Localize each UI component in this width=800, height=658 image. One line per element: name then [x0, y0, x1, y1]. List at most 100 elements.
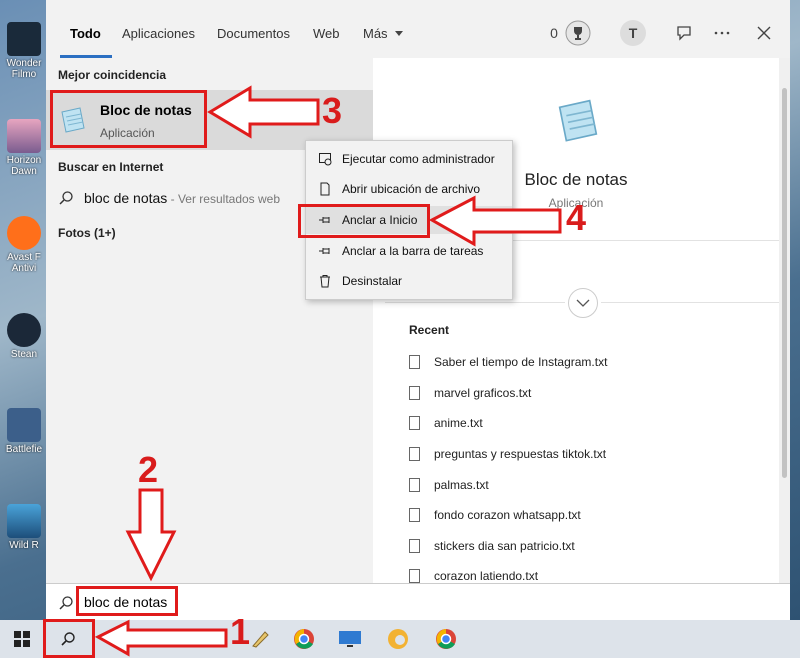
recent-file[interactable]: anime.txt — [409, 412, 483, 434]
text-file-icon — [409, 447, 420, 461]
file-location-icon — [318, 182, 332, 196]
menu-item-label: Ejecutar como administrador — [342, 152, 495, 166]
menu-item-run-as-admin[interactable]: Ejecutar como administrador — [306, 145, 512, 173]
paint-app-icon — [252, 631, 269, 648]
photos-heading[interactable]: Fotos (1+) — [58, 226, 116, 240]
task-view-button[interactable] — [96, 620, 140, 658]
recent-file[interactable]: Saber el tiempo de Instagram.txt — [409, 351, 607, 373]
store-app-icon — [202, 633, 218, 647]
notes-app-icon — [160, 631, 176, 647]
tab-aplicaciones[interactable]: Aplicaciones — [122, 26, 195, 46]
taskbar-app-chrome[interactable] — [282, 620, 326, 658]
text-file-icon — [409, 416, 420, 430]
best-match-heading: Mejor coincidencia — [58, 68, 167, 82]
tab-mas[interactable]: Más — [363, 26, 404, 46]
points-count: 0 — [550, 25, 558, 41]
monitor-app-icon — [339, 631, 361, 647]
start-button[interactable] — [0, 620, 44, 658]
recent-file[interactable]: stickers dia san patricio.txt — [409, 535, 575, 557]
shield-run-icon — [318, 152, 332, 166]
app-preview-pane: Bloc de notas Aplicación Recent Saber el… — [373, 58, 779, 583]
recent-file-name: palmas.txt — [434, 478, 489, 492]
steam-icon — [7, 313, 41, 347]
tab-web[interactable]: Web — [313, 26, 340, 46]
recent-file[interactable]: fondo corazon whatsapp.txt — [409, 504, 581, 526]
recent-file-name: marvel graficos.txt — [434, 386, 532, 400]
text-file-icon — [409, 355, 420, 369]
divider — [601, 302, 779, 303]
recent-file-name: preguntas y respuestas tiktok.txt — [434, 447, 607, 461]
annotation-box-search-button — [43, 619, 95, 658]
menu-item-open-location[interactable]: Abrir ubicación de archivo — [306, 175, 512, 203]
annotation-box-best-match — [50, 90, 207, 148]
annotation-box-pin-to-start — [298, 204, 430, 238]
desktop-icon-label: Avast F Antivi — [7, 252, 41, 274]
taskbar-app-edge[interactable] — [376, 620, 420, 658]
edge-canary-icon — [388, 629, 408, 649]
desktop-icon-wondershare[interactable]: Wonder Filmo — [2, 18, 46, 88]
task-view-icon — [109, 633, 126, 645]
menu-item-uninstall[interactable]: Desinstalar — [306, 267, 512, 295]
text-file-icon — [409, 539, 420, 553]
recent-file[interactable]: palmas.txt — [409, 474, 489, 496]
text-file-icon — [409, 478, 420, 492]
desktop-icon-horizon[interactable]: Horizon Dawn — [2, 115, 46, 185]
annotation-box-search-text — [76, 586, 178, 616]
desktop-icon-steam[interactable]: Stean — [2, 309, 46, 379]
chevron-down-icon — [576, 299, 590, 307]
desktop-icon-battlefield[interactable]: Battlefie — [2, 404, 46, 474]
battlefield-icon — [7, 408, 41, 442]
taskbar-app-store[interactable] — [188, 620, 232, 658]
web-search-heading: Buscar en Internet — [58, 160, 164, 174]
trophy-icon[interactable] — [565, 20, 591, 46]
chevron-down-icon — [395, 31, 404, 36]
feedback-icon[interactable] — [672, 20, 696, 46]
trash-icon — [318, 274, 332, 288]
chrome-icon — [436, 629, 456, 649]
recent-file[interactable]: marvel graficos.txt — [409, 382, 531, 404]
user-avatar[interactable]: T — [620, 20, 646, 46]
pin-taskbar-icon — [318, 244, 332, 258]
horizon-game-icon — [7, 119, 41, 153]
chrome-icon — [294, 629, 314, 649]
taskbar — [0, 620, 800, 658]
taskbar-app-chrome-2[interactable] — [424, 620, 468, 658]
tab-documentos[interactable]: Documentos — [217, 26, 290, 46]
taskbar-app-monitor[interactable] — [328, 620, 372, 658]
text-file-icon — [409, 569, 420, 583]
search-icon — [59, 191, 73, 205]
recent-file-name: stickers dia san patricio.txt — [434, 539, 575, 553]
menu-item-label: Anclar a la barra de tareas — [342, 244, 484, 258]
recent-file-name: Saber el tiempo de Instagram.txt — [434, 355, 608, 369]
tab-todo[interactable]: Todo — [70, 26, 101, 46]
windows-logo-icon — [14, 631, 30, 647]
scrollbar-thumb[interactable] — [782, 88, 787, 478]
scrollbar[interactable] — [779, 58, 790, 583]
recent-file-name: fondo corazon whatsapp.txt — [434, 508, 581, 522]
recent-file-name: corazon latiendo.txt — [434, 569, 539, 583]
notepad-large-icon — [558, 99, 598, 142]
menu-item-pin-to-taskbar[interactable]: Anclar a la barra de tareas — [306, 237, 512, 265]
search-top-bar: Todo Aplicaciones Documentos Web Más 0 T — [46, 0, 790, 58]
wild-rift-icon — [7, 504, 41, 538]
recent-file[interactable]: preguntas y respuestas tiktok.txt — [409, 443, 606, 465]
web-search-query: bloc de notas — [84, 190, 168, 206]
more-options-icon[interactable] — [710, 20, 734, 46]
annotation-number-1: 1 — [230, 611, 251, 652]
taskbar-app-notes[interactable] — [146, 620, 190, 658]
close-icon[interactable] — [752, 20, 776, 46]
search-icon — [59, 596, 73, 610]
wondershare-icon — [7, 22, 41, 56]
menu-item-label: Desinstalar — [342, 274, 403, 288]
desktop-icon-label: Wild R — [9, 540, 39, 551]
web-search-suffix: - Ver resultados web — [167, 192, 281, 206]
recent-file-name: anime.txt — [434, 416, 483, 430]
desktop-icon-label: Battlefie — [5, 444, 43, 455]
divider — [385, 302, 565, 303]
desktop-icon-avast[interactable]: Avast F Antivi — [2, 212, 46, 282]
annotation-number-3: 3 — [322, 90, 343, 131]
desktop-icon-label: Wonder Filmo — [6, 58, 42, 80]
avast-icon — [7, 216, 41, 250]
expand-button[interactable] — [568, 288, 598, 318]
desktop-icon-wildrift[interactable]: Wild R — [2, 500, 46, 570]
